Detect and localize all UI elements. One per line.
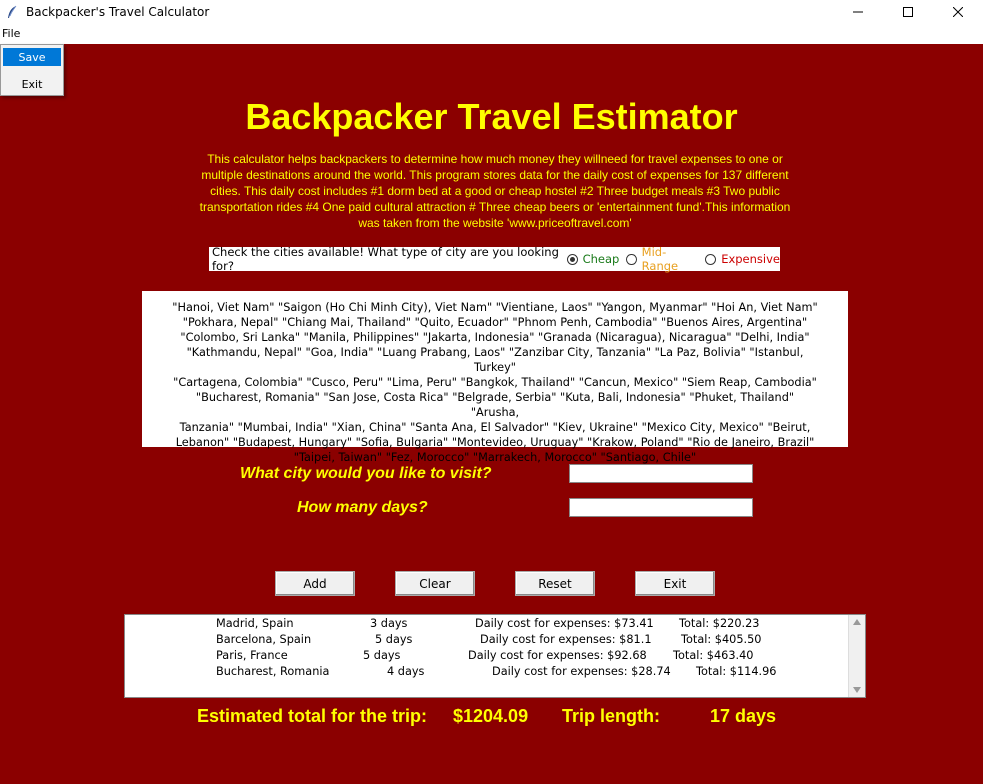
trip-city: Paris, France (216, 649, 288, 662)
trip-length-value: 17 days (710, 706, 777, 726)
cities-line: "Cartagena, Colombia" "Cusco, Peru" "Lim… (173, 376, 817, 389)
close-icon (953, 7, 963, 17)
cities-line: "Colombo, Sri Lanka" "Manila, Philippine… (180, 331, 810, 344)
menu-file[interactable]: File (2, 27, 20, 40)
cities-line: "Taipei, Taiwan" "Fez, Morocco" "Marrake… (293, 451, 697, 464)
scroll-down-icon[interactable] (853, 687, 861, 693)
radio-cheap[interactable]: Cheap (566, 252, 620, 266)
minimize-icon (853, 11, 863, 13)
trip-daily-cost: Daily cost for expenses: $92.68 (468, 649, 647, 662)
menu-item-exit[interactable]: Exit (3, 75, 61, 93)
file-menu-dropdown: Save Exit (0, 44, 64, 96)
title-bar: Backpacker's Travel Calculator (0, 0, 983, 24)
radio-unchecked-icon[interactable] (626, 253, 637, 265)
trip-daily-cost: Daily cost for expenses: $73.41 (475, 617, 654, 630)
city-type-selector: Check the cities available! What type of… (209, 245, 780, 273)
cities-line: "Pokhara, Nepal" "Chiang Mai, Thailand" … (182, 316, 808, 329)
trip-list[interactable]: Madrid, Spain 3 days Daily cost for expe… (124, 614, 866, 698)
clear-button[interactable]: Clear (395, 571, 475, 596)
menu-item-save[interactable]: Save (3, 48, 61, 66)
feather-icon (8, 5, 17, 18)
menu-bar: File (0, 24, 983, 44)
description-line: cities. This daily cost includes #1 dorm… (210, 184, 780, 198)
trip-city: Madrid, Spain (216, 617, 294, 630)
cities-line: "Kathmandu, Nepal" "Goa, India" "Luang P… (186, 346, 804, 374)
list-item[interactable]: Paris, France 5 days Daily cost for expe… (125, 649, 849, 665)
trip-total: Total: $405.50 (681, 633, 762, 646)
scroll-up-icon[interactable] (853, 619, 861, 625)
radio-cheap-label: Cheap (582, 252, 620, 266)
trip-days: 4 days (387, 665, 425, 678)
radio-expensive-label: Expensive (721, 252, 780, 266)
trip-daily-cost: Daily cost for expenses: $81.1 (480, 633, 652, 646)
list-item[interactable]: Barcelona, Spain 5 days Daily cost for e… (125, 633, 849, 649)
cities-line: "Hanoi, Viet Nam" "Saigon (Ho Chi Minh C… (172, 301, 818, 314)
trip-days: 5 days (363, 649, 401, 662)
maximize-icon (903, 7, 913, 17)
city-input[interactable] (569, 464, 753, 483)
trip-daily-cost: Daily cost for expenses: $28.74 (492, 665, 671, 678)
available-cities-list: "Hanoi, Viet Nam" "Saigon (Ho Chi Minh C… (142, 291, 848, 464)
trip-city: Barcelona, Spain (216, 633, 312, 646)
city-question-label: What city would you like to visit? (240, 465, 492, 482)
radio-expensive[interactable]: Expensive (705, 252, 780, 266)
reset-button[interactable]: Reset (515, 571, 595, 596)
trip-days: 3 days (370, 617, 408, 630)
trip-total: Total: $114.96 (696, 665, 777, 678)
trip-days: 5 days (375, 633, 413, 646)
description-line: was taken from the website 'www.priceoft… (358, 216, 632, 230)
estimated-total-value: $1204.09 (453, 706, 529, 726)
trip-total: Total: $220.23 (679, 617, 760, 630)
radio-unchecked-icon[interactable] (705, 253, 717, 265)
city-type-question: Check the cities available! What type of… (212, 245, 559, 273)
list-item[interactable]: Bucharest, Romania 4 days Daily cost for… (125, 665, 849, 681)
add-button[interactable]: Add (275, 571, 355, 596)
cities-line: "Bucharest, Romania" "San Jose, Costa Ri… (195, 391, 795, 419)
close-button[interactable] (933, 0, 983, 24)
page-title: Backpacker Travel Estimator (245, 96, 738, 137)
trip-length-label: Trip length: (562, 706, 660, 726)
exit-button[interactable]: Exit (635, 571, 715, 596)
cities-line: Tanzania" "Mumbai, India" "Xian, China" … (179, 421, 811, 434)
cities-line: Lebanon" "Budapest, Hungary" "Sofia, Bul… (175, 436, 815, 449)
trip-city: Bucharest, Romania (216, 665, 330, 678)
maximize-button[interactable] (883, 0, 933, 24)
trip-total: Total: $463.40 (673, 649, 754, 662)
radio-mid-range[interactable]: Mid-Range (626, 245, 698, 273)
window-title: Backpacker's Travel Calculator (26, 5, 210, 19)
description-line: multiple destinations around the world. … (201, 168, 789, 182)
minimize-button[interactable] (833, 0, 883, 24)
radio-mid-range-label: Mid-Range (641, 245, 679, 273)
days-input[interactable] (569, 498, 753, 517)
radio-checked-icon[interactable] (566, 253, 578, 265)
days-question-label: How many days? (297, 499, 428, 516)
description-line: transportation rides #4 One paid cultura… (199, 200, 791, 214)
description: This calculator helps backpackers to det… (168, 151, 822, 231)
description-line: This calculator helps backpackers to det… (207, 152, 783, 166)
list-item[interactable]: Madrid, Spain 3 days Daily cost for expe… (125, 617, 849, 633)
estimated-total-label: Estimated total for the trip: (197, 706, 428, 726)
trip-list-scrollbar[interactable] (848, 615, 865, 697)
